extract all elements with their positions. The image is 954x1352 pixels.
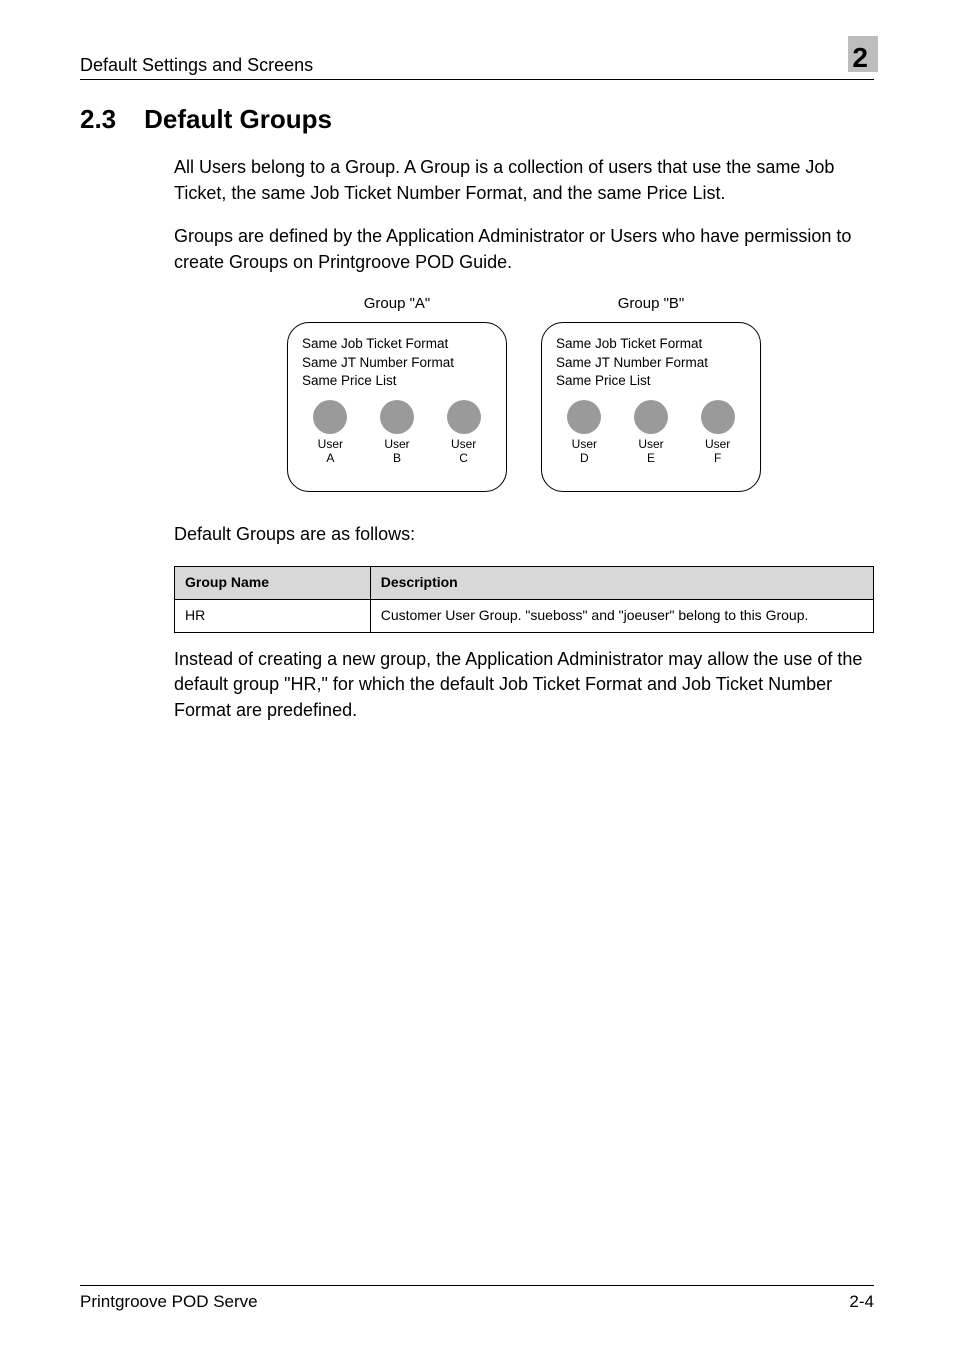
user-cell: User A [313,400,347,466]
diagram-row: Group "A" Same Job Ticket Format Same JT… [174,293,874,492]
footer-left: Printgroove POD Serve [80,1292,258,1312]
default-groups-table: Group Name Description HR Customer User … [174,566,874,633]
page-footer: Printgroove POD Serve 2-4 [80,1285,874,1312]
group-a-card: Same Job Ticket Format Same JT Number Fo… [287,322,507,492]
user-sub: C [459,452,468,466]
paragraph-4: Instead of creating a new group, the App… [174,647,874,724]
user-dot-icon [447,400,481,434]
group-a-line3: Same Price List [302,372,492,390]
user-sub: D [580,452,589,466]
table-header-description: Description [370,567,873,600]
group-a-label: Group "A" [364,293,431,314]
section-heading: 2.3 Default Groups [80,104,874,135]
group-b-label: Group "B" [618,293,685,314]
user-sub: F [714,452,721,466]
user-sub: E [647,452,655,466]
group-a-users: User A User B User C [302,400,492,466]
user-sub: A [326,452,334,466]
user-sub: B [393,452,401,466]
group-b-column: Group "B" Same Job Ticket Format Same JT… [541,293,761,492]
user-dot-icon [634,400,668,434]
user-label: User [384,438,409,452]
paragraph-3: Default Groups are as follows: [174,522,874,548]
user-cell: User C [447,400,481,466]
page: Default Settings and Screens 2 2.3 Defau… [0,0,954,1352]
user-cell: User E [634,400,668,466]
table-cell-group-name: HR [175,599,371,632]
group-b-card: Same Job Ticket Format Same JT Number Fo… [541,322,761,492]
group-a-column: Group "A" Same Job Ticket Format Same JT… [287,293,507,492]
group-b-lines: Same Job Ticket Format Same JT Number Fo… [556,335,746,390]
chapter-number: 2 [852,42,868,74]
paragraph-1: All Users belong to a Group. A Group is … [174,155,874,206]
header-right: 2 [844,40,874,76]
group-b-users: User D User E User F [556,400,746,466]
user-label: User [638,438,663,452]
user-dot-icon [567,400,601,434]
table-row: HR Customer User Group. "sueboss" and "j… [175,599,874,632]
group-a-lines: Same Job Ticket Format Same JT Number Fo… [302,335,492,390]
user-dot-icon [701,400,735,434]
user-dot-icon [313,400,347,434]
section-number: 2.3 [80,104,116,135]
user-dot-icon [380,400,414,434]
user-cell: User D [567,400,601,466]
header-left-text: Default Settings and Screens [80,55,313,76]
table-header-group-name: Group Name [175,567,371,600]
user-label: User [318,438,343,452]
user-cell: User F [701,400,735,466]
table-cell-description: Customer User Group. "sueboss" and "joeu… [370,599,873,632]
footer-right: 2-4 [849,1292,874,1312]
user-label: User [451,438,476,452]
user-label: User [572,438,597,452]
group-b-line1: Same Job Ticket Format [556,335,746,353]
body-content: All Users belong to a Group. A Group is … [174,155,874,723]
group-a-line1: Same Job Ticket Format [302,335,492,353]
chapter-box: 2 [844,40,874,76]
user-label: User [705,438,730,452]
group-a-line2: Same JT Number Format [302,354,492,372]
section-title: Default Groups [144,104,332,135]
page-header: Default Settings and Screens 2 [80,40,874,80]
group-b-line2: Same JT Number Format [556,354,746,372]
user-cell: User B [380,400,414,466]
group-b-line3: Same Price List [556,372,746,390]
table-header-row: Group Name Description [175,567,874,600]
paragraph-2: Groups are defined by the Application Ad… [174,224,874,275]
